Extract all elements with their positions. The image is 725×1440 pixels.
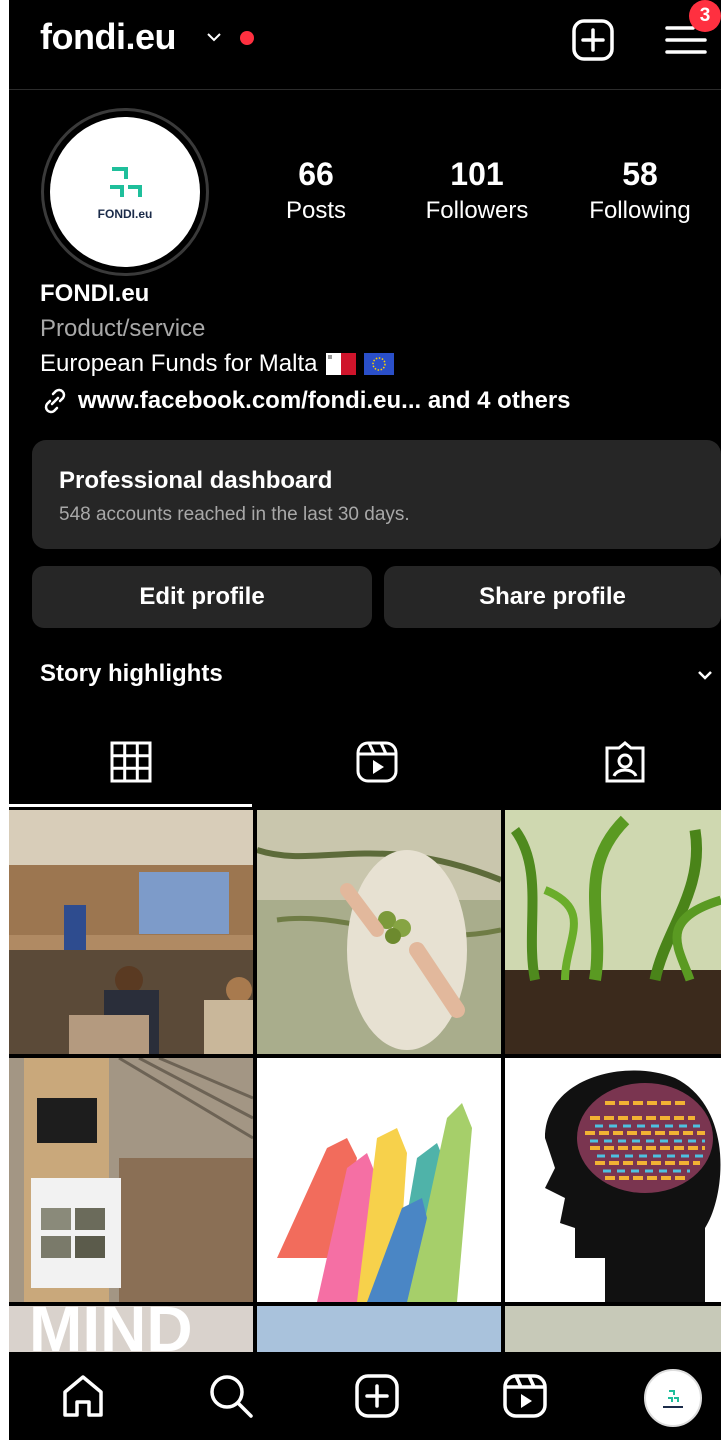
top-bar: fondi.eu 3 [9, 0, 721, 90]
profile-avatar[interactable]: FONDI.eu [41, 108, 209, 276]
olive-photo [257, 810, 501, 1054]
post-conference-room[interactable] [9, 810, 253, 1054]
mind-text: MIND [29, 1306, 193, 1352]
bio-text: European Funds for Malta [40, 350, 318, 377]
posts-stat[interactable]: 66 Posts [241, 156, 391, 225]
search-icon[interactable] [207, 1372, 255, 1420]
chevron-down-icon[interactable] [697, 668, 713, 682]
seedlings-photo [505, 810, 721, 1054]
screen-edge-right [721, 0, 725, 1440]
followers-label: Followers [425, 197, 529, 224]
logo-wordmark: FONDI.eu [97, 207, 153, 221]
posts-count: 66 [298, 156, 334, 192]
home-icon[interactable] [59, 1372, 107, 1420]
share-profile-button[interactable]: Share profile [384, 566, 721, 628]
post-mind[interactable]: MIND [9, 1306, 253, 1352]
eu-flag-icon [363, 353, 394, 375]
grid-icon[interactable] [109, 740, 153, 784]
reels-icon[interactable] [501, 1372, 549, 1420]
post-olive-harvest[interactable] [257, 810, 501, 1054]
create-icon[interactable] [353, 1372, 401, 1420]
post-plants[interactable] [505, 1306, 721, 1352]
screen-edge-left [0, 0, 9, 1440]
active-tab-indicator [9, 804, 252, 807]
profile-name: FONDI.eu [40, 280, 150, 307]
avatar-image: FONDI.eu [50, 117, 200, 267]
bottom-nav [9, 1352, 721, 1440]
content-tabs [9, 730, 721, 808]
post-raised-hands[interactable] [257, 1058, 501, 1302]
account-switcher[interactable]: fondi.eu [40, 16, 176, 58]
link-icon [44, 388, 66, 414]
dashboard-title: Professional dashboard [59, 467, 333, 494]
conference-photo [9, 810, 253, 1054]
link-text: www.facebook.com/fondi.eu... and 4 other… [78, 387, 571, 414]
edit-profile-button[interactable]: Edit profile [32, 566, 372, 628]
create-icon[interactable] [571, 18, 615, 62]
post-head-silhouette[interactable] [505, 1058, 721, 1302]
profile-link[interactable]: www.facebook.com/fondi.eu... and 4 other… [40, 386, 571, 416]
profile-screen: fondi.eu 3 FONDI.eu 66 Posts 101 Followe… [9, 0, 721, 1440]
malta-flag-icon [325, 353, 356, 375]
tagged-icon[interactable] [603, 740, 647, 784]
post-sky[interactable] [257, 1306, 501, 1352]
greenhouse-photo [9, 1058, 253, 1302]
notification-badge: 3 [689, 0, 721, 32]
followers-count: 101 [450, 156, 504, 192]
dashboard-subtitle: 548 accounts reached in the last 30 days… [59, 504, 410, 525]
story-highlights-label[interactable]: Story highlights [40, 660, 223, 688]
fondi-logo-mark [663, 1390, 683, 1408]
following-stat[interactable]: 58 Following [565, 156, 715, 225]
profile-avatar[interactable] [644, 1369, 702, 1427]
reels-icon[interactable] [355, 740, 399, 784]
head-illustration [505, 1058, 721, 1302]
followers-stat[interactable]: 101 Followers [402, 156, 552, 225]
following-count: 58 [622, 156, 658, 192]
post-corn-seedlings[interactable] [505, 810, 721, 1054]
profile-bio: European Funds for Malta [40, 350, 394, 378]
following-label: Following [589, 197, 691, 224]
post-greenhouse-poster[interactable] [9, 1058, 253, 1302]
posts-label: Posts [285, 197, 347, 224]
hands-illustration [257, 1058, 501, 1302]
profile-category: Product/service [40, 315, 206, 342]
chevron-down-icon[interactable] [207, 30, 221, 44]
fondi-logo-mark [110, 167, 142, 197]
notification-dot [240, 31, 254, 45]
professional-dashboard-card[interactable]: Professional dashboard 548 accounts reac… [32, 440, 721, 549]
